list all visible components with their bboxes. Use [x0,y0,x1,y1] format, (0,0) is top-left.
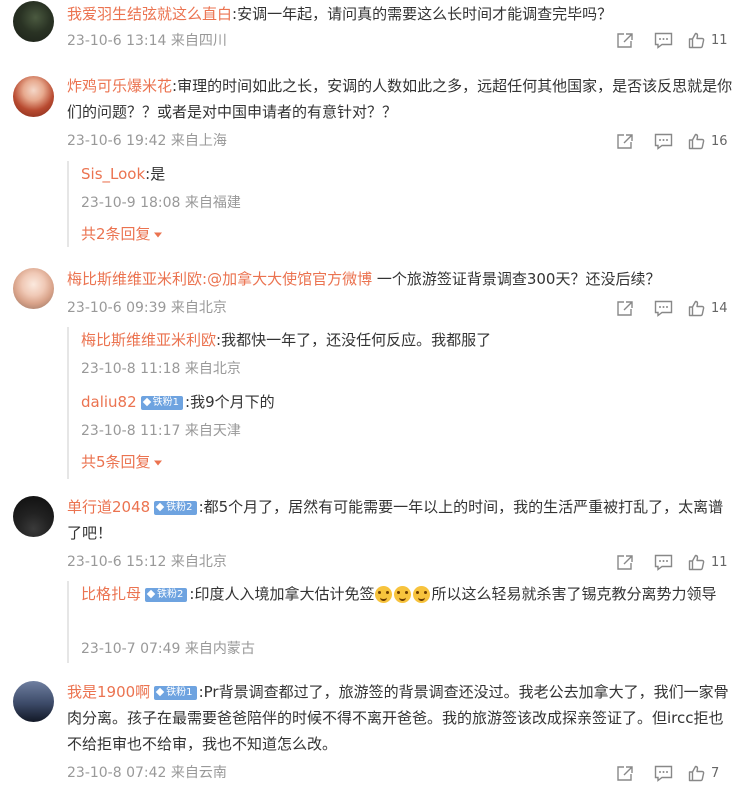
comment-button[interactable] [644,297,682,319]
fan-badge[interactable]: 铁粉1 [140,395,184,410]
reply: 梅比斯维维亚米利欧:我都快一年了，还没任何反应。我都服了 [81,327,731,353]
reply-username[interactable]: 梅比斯维维亚米利欧 [81,331,216,349]
diamond-icon [155,502,165,511]
reply-username[interactable]: daliu82 [81,393,137,411]
diamond-icon [146,589,156,598]
diamond-icon [155,687,165,696]
reply-time: 23-10-7 07:49 来自内蒙古 [81,641,255,657]
reply-text: :我9个月下的 [185,393,275,411]
comment-icon [654,554,672,571]
diamond-icon [142,397,151,406]
avatar[interactable] [13,496,54,537]
like-button[interactable]: 14 [682,300,734,317]
avatar[interactable] [13,1,54,42]
comment-icon [654,133,672,150]
emoji-doge-icon [394,586,412,603]
comment-button[interactable] [644,762,682,784]
like-icon [688,300,705,316]
like-icon [688,554,705,570]
share-button[interactable] [606,130,644,152]
comment-icon [654,765,672,782]
reply-time: 23-10-8 11:17 来自天津 [81,423,241,439]
comment-username[interactable]: 炸鸡可乐爆米花 [67,77,172,95]
reply-time: 23-10-9 18:08 来自福建 [81,195,241,211]
chevron-down-icon [153,232,162,238]
comment-time: 23-10-6 09:39 来自北京 [67,300,227,316]
comment-text: 一个旅游签证背景调查300天？还没后续？ [372,270,661,288]
like-count: 11 [711,32,728,48]
comment-icon [654,300,672,317]
reply-text: 所以这么轻易就杀害了锡克教分离势力领导 [431,585,717,603]
like-button[interactable]: 11 [682,32,734,49]
like-icon [688,32,705,48]
avatar[interactable] [13,681,54,722]
reply-text: :印度人入境加拿大估计免签 [189,585,375,603]
reply-text: :我都快一年了，还没任何反应。我都服了 [216,331,492,349]
fan-badge[interactable]: 铁粉1 [154,685,197,700]
like-count: 7 [711,765,720,781]
comment-button[interactable] [644,130,682,152]
like-count: 11 [711,554,728,570]
share-icon [617,554,633,570]
comment-time: 23-10-6 19:42 来自上海 [67,133,227,149]
reply-text: :是 [145,165,166,183]
reply-list: 梅比斯维维亚米利欧:我都快一年了，还没任何反应。我都服了 23-10-8 11:… [67,327,739,479]
comment-time: 23-10-6 15:12 来自北京 [67,554,227,570]
comment-username[interactable]: 我是1900啊 [67,683,150,701]
reply: daliu82 铁粉1:我9个月下的 [81,389,731,415]
reply-list: Sis_Look:是 23-10-9 18:08 来自福建 共2条回复 [67,161,739,247]
reply: 比格扎母 铁粉2:印度人入境加拿大估计免签 所以这么轻易就杀害了锡克教分离势力领导 [81,581,731,607]
mention-link[interactable]: :@加拿大大使馆官方微博 [202,270,372,288]
comment-username[interactable]: 我爱羽生结弦就这么直白 [67,5,232,23]
comment-button[interactable] [644,551,682,573]
reply-username[interactable]: 比格扎母 [81,585,141,603]
fan-badge[interactable]: 铁粉2 [145,587,188,602]
chevron-down-icon [153,460,162,466]
like-button[interactable]: 16 [682,133,734,150]
like-icon [688,765,705,781]
like-count: 14 [711,300,728,316]
like-button[interactable]: 11 [682,554,734,571]
comment-text: :安调一年起，请问真的需要这么长时间才能调查完毕吗？ [232,5,613,23]
reply-list: 比格扎母 铁粉2:印度人入境加拿大估计免签 所以这么轻易就杀害了锡克教分离势力领导 … [67,581,739,663]
share-button[interactable] [606,297,644,319]
comment-time: 23-10-6 13:14 来自四川 [67,33,227,49]
reply-time: 23-10-8 11:18 来自北京 [81,361,241,377]
avatar[interactable] [13,268,54,309]
reply-username[interactable]: Sis_Look [81,165,145,183]
comment-icon [654,32,672,49]
comment-username[interactable]: 梅比斯维维亚米利欧 [67,270,202,288]
emoji-doge-icon [413,586,431,603]
share-icon [617,300,633,316]
reply: Sis_Look:是 [81,161,731,187]
emoji-doge-icon [375,586,393,603]
share-icon [617,133,633,149]
comment-username[interactable]: 单行道2048 [67,498,150,516]
share-button[interactable] [606,551,644,573]
share-icon [617,765,633,781]
like-button[interactable]: 7 [682,765,734,782]
more-replies-link[interactable]: 共5条回复 [81,451,163,472]
share-button[interactable] [606,29,644,51]
share-icon [617,32,633,48]
like-count: 16 [711,133,728,149]
more-replies-link[interactable]: 共2条回复 [81,223,163,244]
fan-badge[interactable]: 铁粉2 [154,500,197,515]
avatar[interactable] [13,76,54,117]
comment-time: 23-10-8 07:42 来自云南 [67,765,227,781]
like-icon [688,133,705,149]
comment-button[interactable] [644,29,682,51]
share-button[interactable] [606,762,644,784]
